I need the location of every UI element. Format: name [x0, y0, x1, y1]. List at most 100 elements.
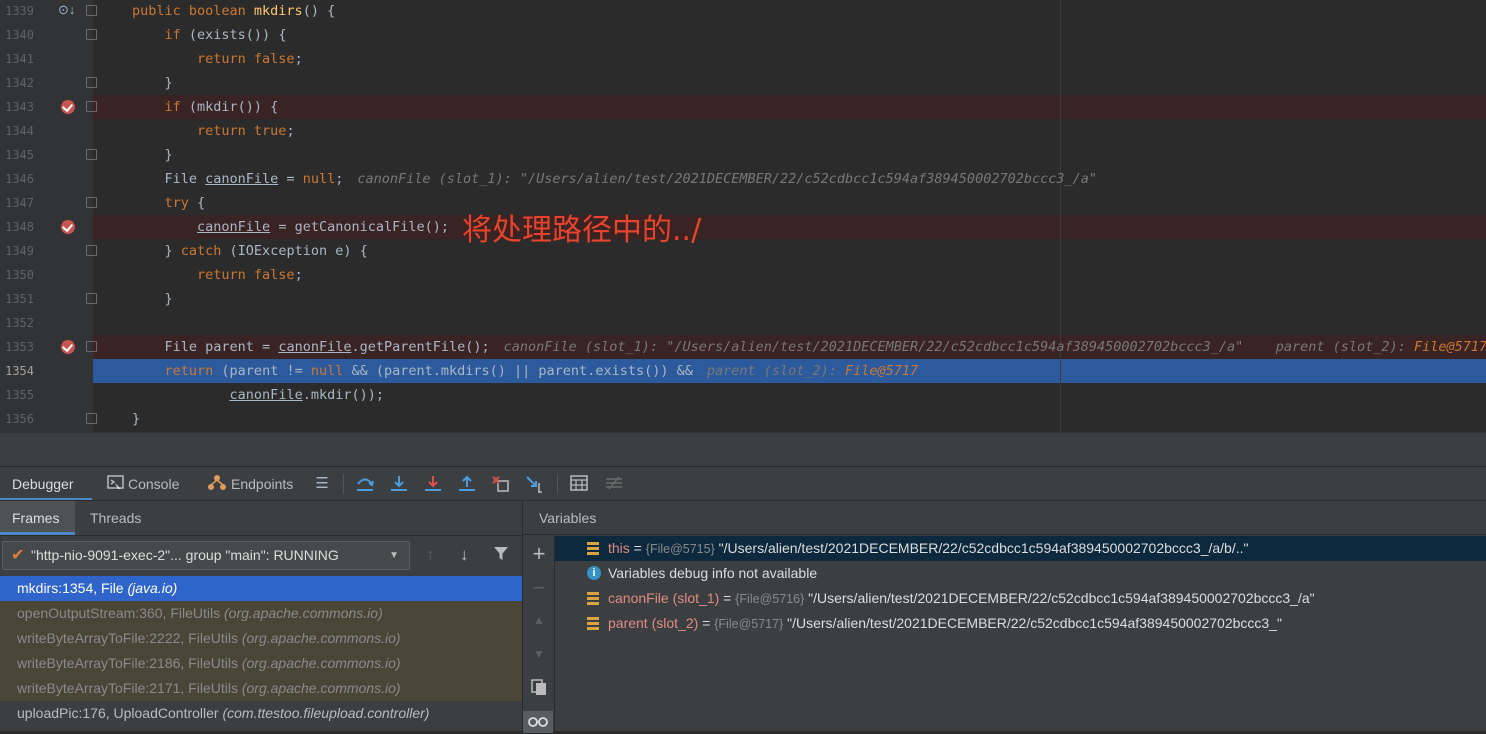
line-background: [93, 191, 1486, 215]
code-token: }: [132, 291, 173, 307]
code-line[interactable]: 1351 }: [0, 287, 1486, 311]
code-line[interactable]: 1354 return (parent != null && (parent.m…: [0, 359, 1486, 383]
inline-debug-value: canonFile (slot_1): "/Users/alien/test/2…: [357, 171, 1097, 187]
fold-marker-icon[interactable]: [86, 149, 97, 160]
code-line[interactable]: 1353 File parent = canonFile.getParentFi…: [0, 335, 1486, 359]
line-background: [93, 95, 1486, 119]
step-into-icon[interactable]: [389, 475, 409, 493]
code-token: mkdirs: [253, 3, 303, 19]
line-background: [93, 287, 1486, 311]
variable-row[interactable]: canonFile (slot_1) = {File@5716} "/Users…: [555, 586, 1486, 611]
code-line[interactable]: 1347 try {: [0, 191, 1486, 215]
code-editor[interactable]: 1339 ⊙↓ public boolean mkdirs() {1340 if (…: [0, 0, 1486, 432]
stack-frame[interactable]: writeByteArrayToFile:2222, FileUtils (or…: [0, 626, 522, 651]
variable-name: this: [608, 540, 630, 556]
thread-selector[interactable]: ✔ "http-nio-9091-exec-2"... group "main"…: [2, 541, 410, 570]
line-number: 1342: [5, 76, 34, 90]
code-token: return false: [197, 51, 295, 67]
run-to-cursor-icon[interactable]: [525, 475, 545, 493]
code-text: return false;: [132, 47, 303, 71]
inline-debug-token: File@5717: [845, 363, 919, 379]
code-line[interactable]: 1352: [0, 311, 1486, 335]
fold-marker-icon[interactable]: [86, 341, 97, 352]
variable-row[interactable]: parent (slot_2) = {File@5717} "/Users/al…: [555, 611, 1486, 636]
tab-frames[interactable]: Frames: [0, 501, 75, 535]
variable-row[interactable]: i Variables debug info not available: [555, 561, 1486, 586]
code-text: } catch (IOException e) {: [132, 239, 368, 263]
fold-marker-icon[interactable]: [86, 413, 97, 424]
fold-marker-icon[interactable]: [86, 5, 97, 16]
step-out-icon[interactable]: [457, 475, 477, 493]
fold-marker-icon[interactable]: [86, 293, 97, 304]
field-icon: [587, 617, 599, 630]
code-line[interactable]: 1349 } catch (IOException e) {: [0, 239, 1486, 263]
code-line[interactable]: 1340 if (exists()) {: [0, 23, 1486, 47]
code-line[interactable]: 1343 if (mkdir()) {: [0, 95, 1486, 119]
code-line[interactable]: 1355 canonFile.mkdir());: [0, 383, 1486, 407]
drop-frame-icon[interactable]: [491, 475, 511, 493]
stack-frame[interactable]: writeByteArrayToFile:2171, FileUtils (or…: [0, 676, 522, 701]
line-background: [93, 119, 1486, 143]
stack-frame[interactable]: openOutputStream:360, FileUtils (org.apa…: [0, 601, 522, 626]
fold-marker-icon[interactable]: [86, 197, 97, 208]
frames-pane: Frames Threads ✔ "http-nio-9091-exec-2".…: [0, 501, 522, 731]
filter-icon[interactable]: [493, 545, 509, 566]
code-line[interactable]: 1345 }: [0, 143, 1486, 167]
fold-marker-icon[interactable]: [86, 101, 97, 112]
code-line[interactable]: 1339 ⊙↓ public boolean mkdirs() {: [0, 0, 1486, 23]
code-text: if (mkdir()) {: [132, 95, 279, 119]
code-token: catch: [180, 243, 222, 259]
code-token: canonFile: [205, 171, 279, 187]
breakpoint-icon[interactable]: [61, 100, 75, 114]
line-background: [93, 71, 1486, 95]
frame-list: mkdirs:1354, File (java.io) openOutputStr…: [0, 576, 522, 726]
variable-row[interactable]: this = {File@5715} "/Users/alien/test/20…: [555, 536, 1486, 561]
evaluate-expression-icon[interactable]: [569, 475, 589, 493]
variable-text: canonFile (slot_1) = {File@5716} "/Users…: [608, 586, 1315, 612]
overrides-method-icon[interactable]: ⊙↓: [58, 2, 75, 18]
code-line[interactable]: 1350 return false;: [0, 263, 1486, 287]
code-line[interactable]: 1341 return false;: [0, 47, 1486, 71]
copy-icon[interactable]: [529, 679, 549, 701]
code-line[interactable]: 1348 canonFile = getCanonicalFile();: [0, 215, 1486, 239]
line-number: 1345: [5, 148, 34, 162]
fold-marker-icon[interactable]: [86, 245, 97, 256]
stack-frame[interactable]: uploadPic:176, UploadController (com.tte…: [0, 701, 522, 726]
remove-watch-icon[interactable]: −: [529, 575, 549, 601]
stack-frame[interactable]: mkdirs:1354, File (java.io): [0, 576, 522, 601]
tab-debugger-label: Debugger: [12, 476, 74, 492]
arrow-down-icon[interactable]: ↓: [460, 545, 469, 565]
checkmark-icon: ✔: [11, 547, 25, 564]
code-line[interactable]: 1342 }: [0, 71, 1486, 95]
add-watch-icon[interactable]: +: [529, 541, 549, 567]
breakpoint-icon[interactable]: [61, 220, 75, 234]
force-step-into-icon[interactable]: [423, 475, 443, 493]
code-line[interactable]: 1356}: [0, 407, 1486, 431]
code-token: ;: [294, 51, 303, 67]
fold-marker-icon[interactable]: [86, 77, 97, 88]
arrow-up-icon[interactable]: ↑: [426, 545, 435, 565]
frame-method: mkdirs:1354, File: [17, 580, 128, 596]
code-token: if: [164, 99, 181, 115]
variable-name: canonFile (slot_1): [608, 590, 720, 606]
panel-splitter[interactable]: [0, 432, 1486, 467]
fold-marker-icon[interactable]: [86, 29, 97, 40]
menu-icon[interactable]: ☰: [312, 475, 332, 493]
code-line[interactable]: 1344 return true;: [0, 119, 1486, 143]
move-down-icon[interactable]: ▼: [529, 647, 549, 661]
frame-method: uploadPic:176, UploadController: [17, 705, 223, 721]
tab-debugger[interactable]: Debugger: [0, 467, 92, 501]
stack-frame[interactable]: writeByteArrayToFile:2186, FileUtils (or…: [0, 651, 522, 676]
code-line[interactable]: 1346 File canonFile = null; canonFile (sl…: [0, 167, 1486, 191]
trace-stream-icon[interactable]: [604, 475, 624, 493]
move-up-icon[interactable]: ▲: [529, 613, 549, 627]
code-text: if (exists()) {: [132, 23, 287, 47]
code-text: canonFile = getCanonicalFile();: [132, 215, 449, 239]
tab-endpoints[interactable]: Endpoints: [207, 467, 293, 501]
breakpoint-icon[interactable]: [61, 340, 75, 354]
step-over-icon[interactable]: [355, 475, 375, 493]
tab-threads[interactable]: Threads: [78, 501, 153, 535]
tab-console[interactable]: Console: [107, 467, 179, 501]
code-token: ;: [335, 171, 344, 187]
